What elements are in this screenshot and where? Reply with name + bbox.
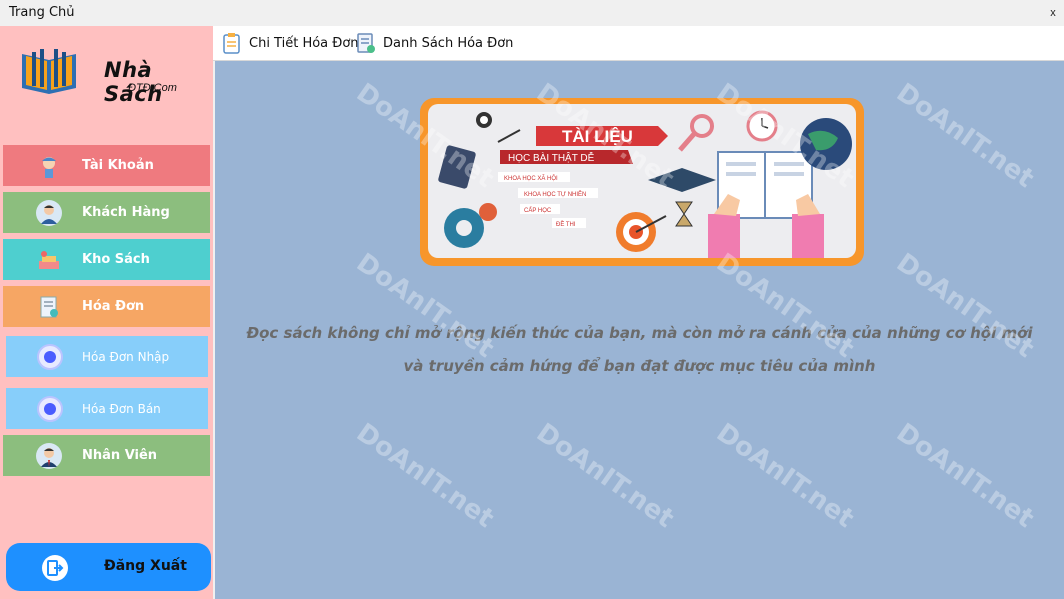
watermark-text: DoAnIT.net: [890, 247, 1040, 365]
menu-item-book-stock[interactable]: Kho Sách: [3, 239, 210, 280]
study-illustration: TÀI LIỆU HỌC BÀI THẬT DỄ KHOA HỌC XÃ HỘI…: [438, 110, 852, 258]
menu-label-book-stock: Kho Sách: [82, 252, 150, 267]
menu-label-staff: Nhân Viên: [82, 448, 158, 463]
customer-icon: [36, 200, 62, 226]
submenu-item-import-invoice[interactable]: Hóa Đơn Nhập: [6, 336, 208, 377]
invoice-list-label: Danh Sách Hóa Đơn: [383, 35, 514, 51]
window-title: Trang Chủ: [9, 5, 75, 20]
submenu-label-sales-invoice: Hóa Đơn Bán: [82, 402, 161, 416]
sidebar: Nhà Sách ĐTĐ.Com Tài Khoản Khách Hàng Kh…: [0, 26, 213, 599]
menu-item-invoice[interactable]: Hóa Đơn: [3, 286, 210, 327]
radio-dot-icon: [37, 344, 63, 370]
watermark-text: DoAnIT.net: [710, 417, 860, 535]
submenu-label-import-invoice: Hóa Đơn Nhập: [82, 350, 170, 364]
radio-dot-icon: [37, 396, 63, 422]
watermark-text: DoAnIT.net: [890, 77, 1040, 195]
logout-button[interactable]: Đăng Xuất: [6, 543, 211, 591]
warehouse-icon: [36, 247, 62, 273]
toolbar: Chi Tiết Hóa Đơn Danh Sách Hóa Đơn: [213, 26, 1064, 61]
invoice-icon: [36, 294, 62, 320]
menu-label-account: Tài Khoản: [82, 158, 154, 173]
menu-label-invoice: Hóa Đơn: [82, 299, 145, 314]
banner-tag: CẤP HỌC: [524, 207, 552, 214]
quote-line-2: và truyền cảm hứng để bạn đạt được mục t…: [403, 357, 876, 375]
banner-image: TÀI LIỆU HỌC BÀI THẬT DỄ KHOA HỌC XÃ HỘI…: [420, 98, 864, 266]
logout-icon: [42, 555, 68, 581]
invoice-list-button[interactable]: Danh Sách Hóa Đơn: [355, 31, 513, 55]
user-shield-icon: [36, 153, 62, 179]
banner-subtitle: HỌC BÀI THẬT DỄ: [508, 151, 595, 164]
document-list-icon: [357, 33, 375, 53]
menu-item-staff[interactable]: Nhân Viên: [3, 435, 210, 476]
main-content: TÀI LIỆU HỌC BÀI THẬT DỄ KHOA HỌC XÃ HỘI…: [215, 61, 1064, 599]
watermark-text: DoAnIT.net: [350, 417, 500, 535]
menu-item-customer[interactable]: Khách Hàng: [3, 192, 210, 233]
title-bar: Trang Chủ x: [0, 0, 1064, 26]
banner-tag: ĐỀ THI: [556, 221, 576, 228]
submenu-item-sales-invoice[interactable]: Hóa Đơn Bán: [6, 388, 208, 429]
book-logo-icon: [22, 49, 76, 94]
logout-label: Đăng Xuất: [104, 558, 187, 574]
employee-icon: [36, 443, 62, 469]
banner-title: TÀI LIỆU: [562, 127, 633, 146]
invoice-detail-button[interactable]: Chi Tiết Hóa Đơn: [221, 31, 359, 55]
menu-item-account[interactable]: Tài Khoản: [3, 145, 210, 186]
banner-tag: KHOA HỌC XÃ HỘI: [504, 175, 558, 182]
quote-line-1: Đọc sách không chỉ mở rộng kiến thức của…: [246, 324, 1033, 342]
clipboard-icon: [223, 33, 240, 54]
banner-tag: KHOA HỌC TỰ NHIÊN: [524, 190, 586, 198]
menu-label-customer: Khách Hàng: [82, 205, 170, 220]
watermark-text: DoAnIT.net: [890, 417, 1040, 535]
invoice-detail-label: Chi Tiết Hóa Đơn: [249, 35, 359, 51]
watermark-text: DoAnIT.net: [530, 417, 680, 535]
close-button[interactable]: x: [1042, 0, 1064, 26]
brand-subtitle: ĐTĐ.Com: [128, 82, 177, 94]
